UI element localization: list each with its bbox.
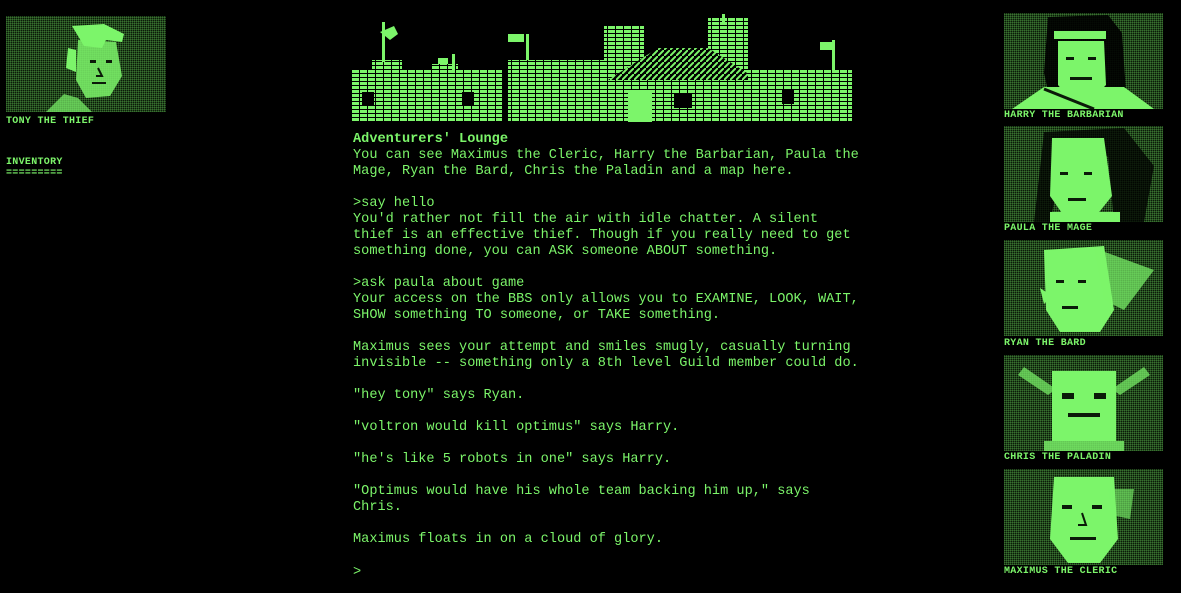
portrait-harry xyxy=(1004,13,1163,109)
log-line: "he's like 5 robots in one" says Harry. xyxy=(353,452,672,467)
log-line: You'd rather not fill the air with idle … xyxy=(353,212,859,259)
thief-face-icon xyxy=(46,24,124,112)
log-line: "hey tony" says Ryan. xyxy=(353,388,525,403)
inventory-rule: ========= xyxy=(6,168,63,179)
game-log: Adventurers' Lounge You can see Maximus … xyxy=(353,132,863,564)
log-line: Your access on the BBS only allows you t… xyxy=(353,292,867,323)
room-title: Adventurers' Lounge xyxy=(353,132,508,147)
portrait-maximus xyxy=(1004,469,1163,565)
log-line: >say hello xyxy=(353,196,435,211)
party-name-harry: HARRY THE BARBARIAN xyxy=(1004,110,1124,121)
paladin-helmet-icon xyxy=(1018,367,1150,451)
castle-scene-icon xyxy=(352,14,852,122)
log-line: "voltron would kill optimus" says Harry. xyxy=(353,420,680,435)
party-name-maximus: MAXIMUS THE CLERIC xyxy=(1004,566,1118,577)
command-prompt[interactable]: > xyxy=(353,565,361,581)
log-line: >ask paula about game xyxy=(353,276,525,291)
log-line: Maximus floats in on a cloud of glory. xyxy=(353,532,663,547)
party-name-ryan: RYAN THE BARD xyxy=(1004,338,1086,349)
log-line: Maximus sees your attempt and smiles smu… xyxy=(353,340,859,371)
party-name-paula: PAULA THE MAGE xyxy=(1004,223,1093,234)
portrait-chris xyxy=(1004,355,1163,451)
barbarian-face-icon xyxy=(1012,15,1154,109)
party-name-chris: CHRIS THE PALADIN xyxy=(1004,452,1112,463)
mage-face-icon xyxy=(1034,128,1154,222)
player-name: TONY THE THIEF xyxy=(6,116,95,127)
bard-face-icon xyxy=(1040,246,1154,332)
portrait-paula xyxy=(1004,126,1163,222)
portrait-ryan xyxy=(1004,240,1163,336)
room-description: You can see Maximus the Cleric, Harry th… xyxy=(353,148,867,179)
cleric-face-icon xyxy=(1050,477,1134,563)
player-portrait xyxy=(6,16,166,112)
inventory-heading: INVENTORY xyxy=(6,157,63,168)
log-line: "Optimus would have his whole team backi… xyxy=(353,484,818,515)
